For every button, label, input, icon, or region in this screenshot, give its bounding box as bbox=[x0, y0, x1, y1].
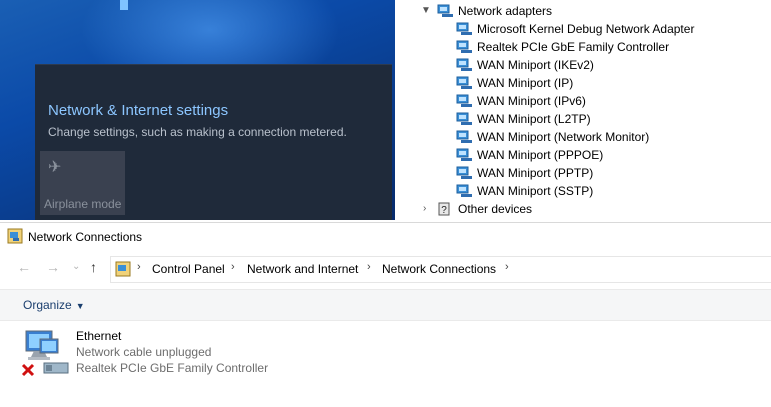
tree-item-other-devices[interactable]: › ? Other devices bbox=[395, 200, 771, 218]
airplane-mode-tile[interactable]: ✈ Airplane mode bbox=[40, 151, 125, 215]
organize-button[interactable]: Organize ▼ bbox=[23, 298, 85, 312]
connection-name: Ethernet bbox=[76, 329, 122, 343]
ethernet-adapter-icon bbox=[21, 330, 69, 377]
window-title: Network Connections bbox=[28, 230, 143, 244]
breadcrumb-network-connections[interactable]: Network Connections bbox=[382, 262, 496, 276]
ethernet-connection-item[interactable]: Ethernet Network cable unplugged Realtek… bbox=[20, 327, 320, 383]
control-panel-icon bbox=[115, 261, 131, 277]
breadcrumb-network-and-internet[interactable]: Network and Internet bbox=[247, 262, 358, 276]
tree-item-label: WAN Miniport (SSTP) bbox=[477, 184, 594, 198]
tree-item-label: WAN Miniport (L2TP) bbox=[477, 112, 591, 126]
network-adapter-icon bbox=[456, 22, 472, 35]
tree-item-label: WAN Miniport (PPPOE) bbox=[477, 148, 604, 162]
address-row: ← → ⌄ ↑ › Control Panel › Network and In… bbox=[0, 253, 771, 285]
airplane-icon: ✈ bbox=[48, 159, 62, 176]
network-adapter-icon bbox=[456, 112, 472, 125]
connection-device: Realtek PCIe GbE Family Controller bbox=[76, 361, 269, 375]
network-adapter-icon bbox=[437, 4, 453, 17]
chevron-down-icon[interactable]: ▼ bbox=[421, 2, 431, 20]
tree-item-adapter[interactable]: WAN Miniport (SSTP) bbox=[395, 182, 771, 200]
airplane-mode-label: Airplane mode bbox=[44, 197, 122, 211]
back-arrow-icon[interactable]: ← bbox=[17, 259, 31, 275]
tree-item-adapter[interactable]: WAN Miniport (Network Monitor) bbox=[395, 128, 771, 146]
network-internet-settings-link[interactable]: Network & Internet settings bbox=[48, 102, 228, 119]
network-adapter-icon bbox=[456, 166, 472, 179]
network-connections-icon bbox=[7, 228, 23, 244]
connection-status: Network cable unplugged bbox=[76, 345, 212, 359]
tree-item-adapter[interactable]: WAN Miniport (IP) bbox=[395, 74, 771, 92]
network-adapter-icon bbox=[456, 130, 472, 143]
tree-item-adapter[interactable]: WAN Miniport (IPv6) bbox=[395, 92, 771, 110]
network-flyout: Network & Internet settings Change setti… bbox=[35, 64, 392, 220]
breadcrumb-separator-icon[interactable]: › bbox=[137, 261, 141, 273]
wallpaper-glint bbox=[120, 0, 128, 10]
svg-text:?: ? bbox=[441, 205, 447, 216]
breadcrumb-separator-icon[interactable]: › bbox=[505, 261, 509, 273]
command-bar: Organize ▼ bbox=[0, 289, 771, 321]
network-connections-window: Network Connections ← → ⌄ ↑ › Control Pa… bbox=[0, 222, 771, 407]
network-adapter-icon bbox=[456, 76, 472, 89]
recent-chevron-icon[interactable]: ⌄ bbox=[72, 261, 80, 272]
network-settings-description: Change settings, such as making a connec… bbox=[48, 125, 347, 139]
forward-arrow-icon[interactable]: → bbox=[46, 259, 60, 275]
tree-item-label: WAN Miniport (IKEv2) bbox=[477, 58, 594, 72]
breadcrumb-separator-icon[interactable]: › bbox=[367, 261, 371, 273]
tree-item-adapter[interactable]: WAN Miniport (PPTP) bbox=[395, 164, 771, 182]
address-bar[interactable]: › Control Panel › Network and Internet ›… bbox=[110, 256, 771, 283]
tree-item-adapter[interactable]: WAN Miniport (L2TP) bbox=[395, 110, 771, 128]
unknown-device-icon: ? bbox=[438, 202, 450, 216]
breadcrumb-separator-icon[interactable]: › bbox=[231, 261, 235, 273]
tree-item-label: Network adapters bbox=[458, 4, 553, 18]
device-manager-tree: ▼ Network adapters Microsoft Kernel Debu… bbox=[395, 0, 771, 220]
chevron-right-icon[interactable]: › bbox=[423, 200, 433, 218]
tree-item-adapter[interactable]: WAN Miniport (PPPOE) bbox=[395, 146, 771, 164]
breadcrumb-control-panel[interactable]: Control Panel bbox=[152, 262, 225, 276]
tree-item-adapter[interactable]: Realtek PCIe GbE Family Controller bbox=[395, 38, 771, 56]
dropdown-arrow-icon: ▼ bbox=[75, 301, 85, 311]
desktop-background: Network & Internet settings Change setti… bbox=[0, 0, 395, 220]
network-adapter-icon bbox=[456, 58, 472, 71]
tree-item-adapter[interactable]: Microsoft Kernel Debug Network Adapter bbox=[395, 20, 771, 38]
up-arrow-icon[interactable]: ↑ bbox=[90, 259, 97, 275]
network-adapter-icon bbox=[456, 94, 472, 107]
tree-item-label: WAN Miniport (IPv6) bbox=[477, 94, 586, 108]
tree-item-label: WAN Miniport (Network Monitor) bbox=[477, 130, 650, 144]
tree-item-label: Microsoft Kernel Debug Network Adapter bbox=[477, 22, 695, 36]
network-adapter-icon bbox=[456, 184, 472, 197]
tree-item-adapter[interactable]: WAN Miniport (IKEv2) bbox=[395, 56, 771, 74]
network-adapter-icon bbox=[456, 40, 472, 53]
tree-item-label: WAN Miniport (PPTP) bbox=[477, 166, 594, 180]
tree-item-label: Other devices bbox=[458, 202, 533, 216]
tree-item-network-adapters[interactable]: ▼ Network adapters bbox=[395, 2, 771, 20]
organize-label: Organize bbox=[23, 298, 72, 312]
title-bar: Network Connections bbox=[0, 223, 771, 251]
tree-item-label: Realtek PCIe GbE Family Controller bbox=[477, 40, 670, 54]
network-adapter-icon bbox=[456, 148, 472, 161]
tree-item-label: WAN Miniport (IP) bbox=[477, 76, 574, 90]
